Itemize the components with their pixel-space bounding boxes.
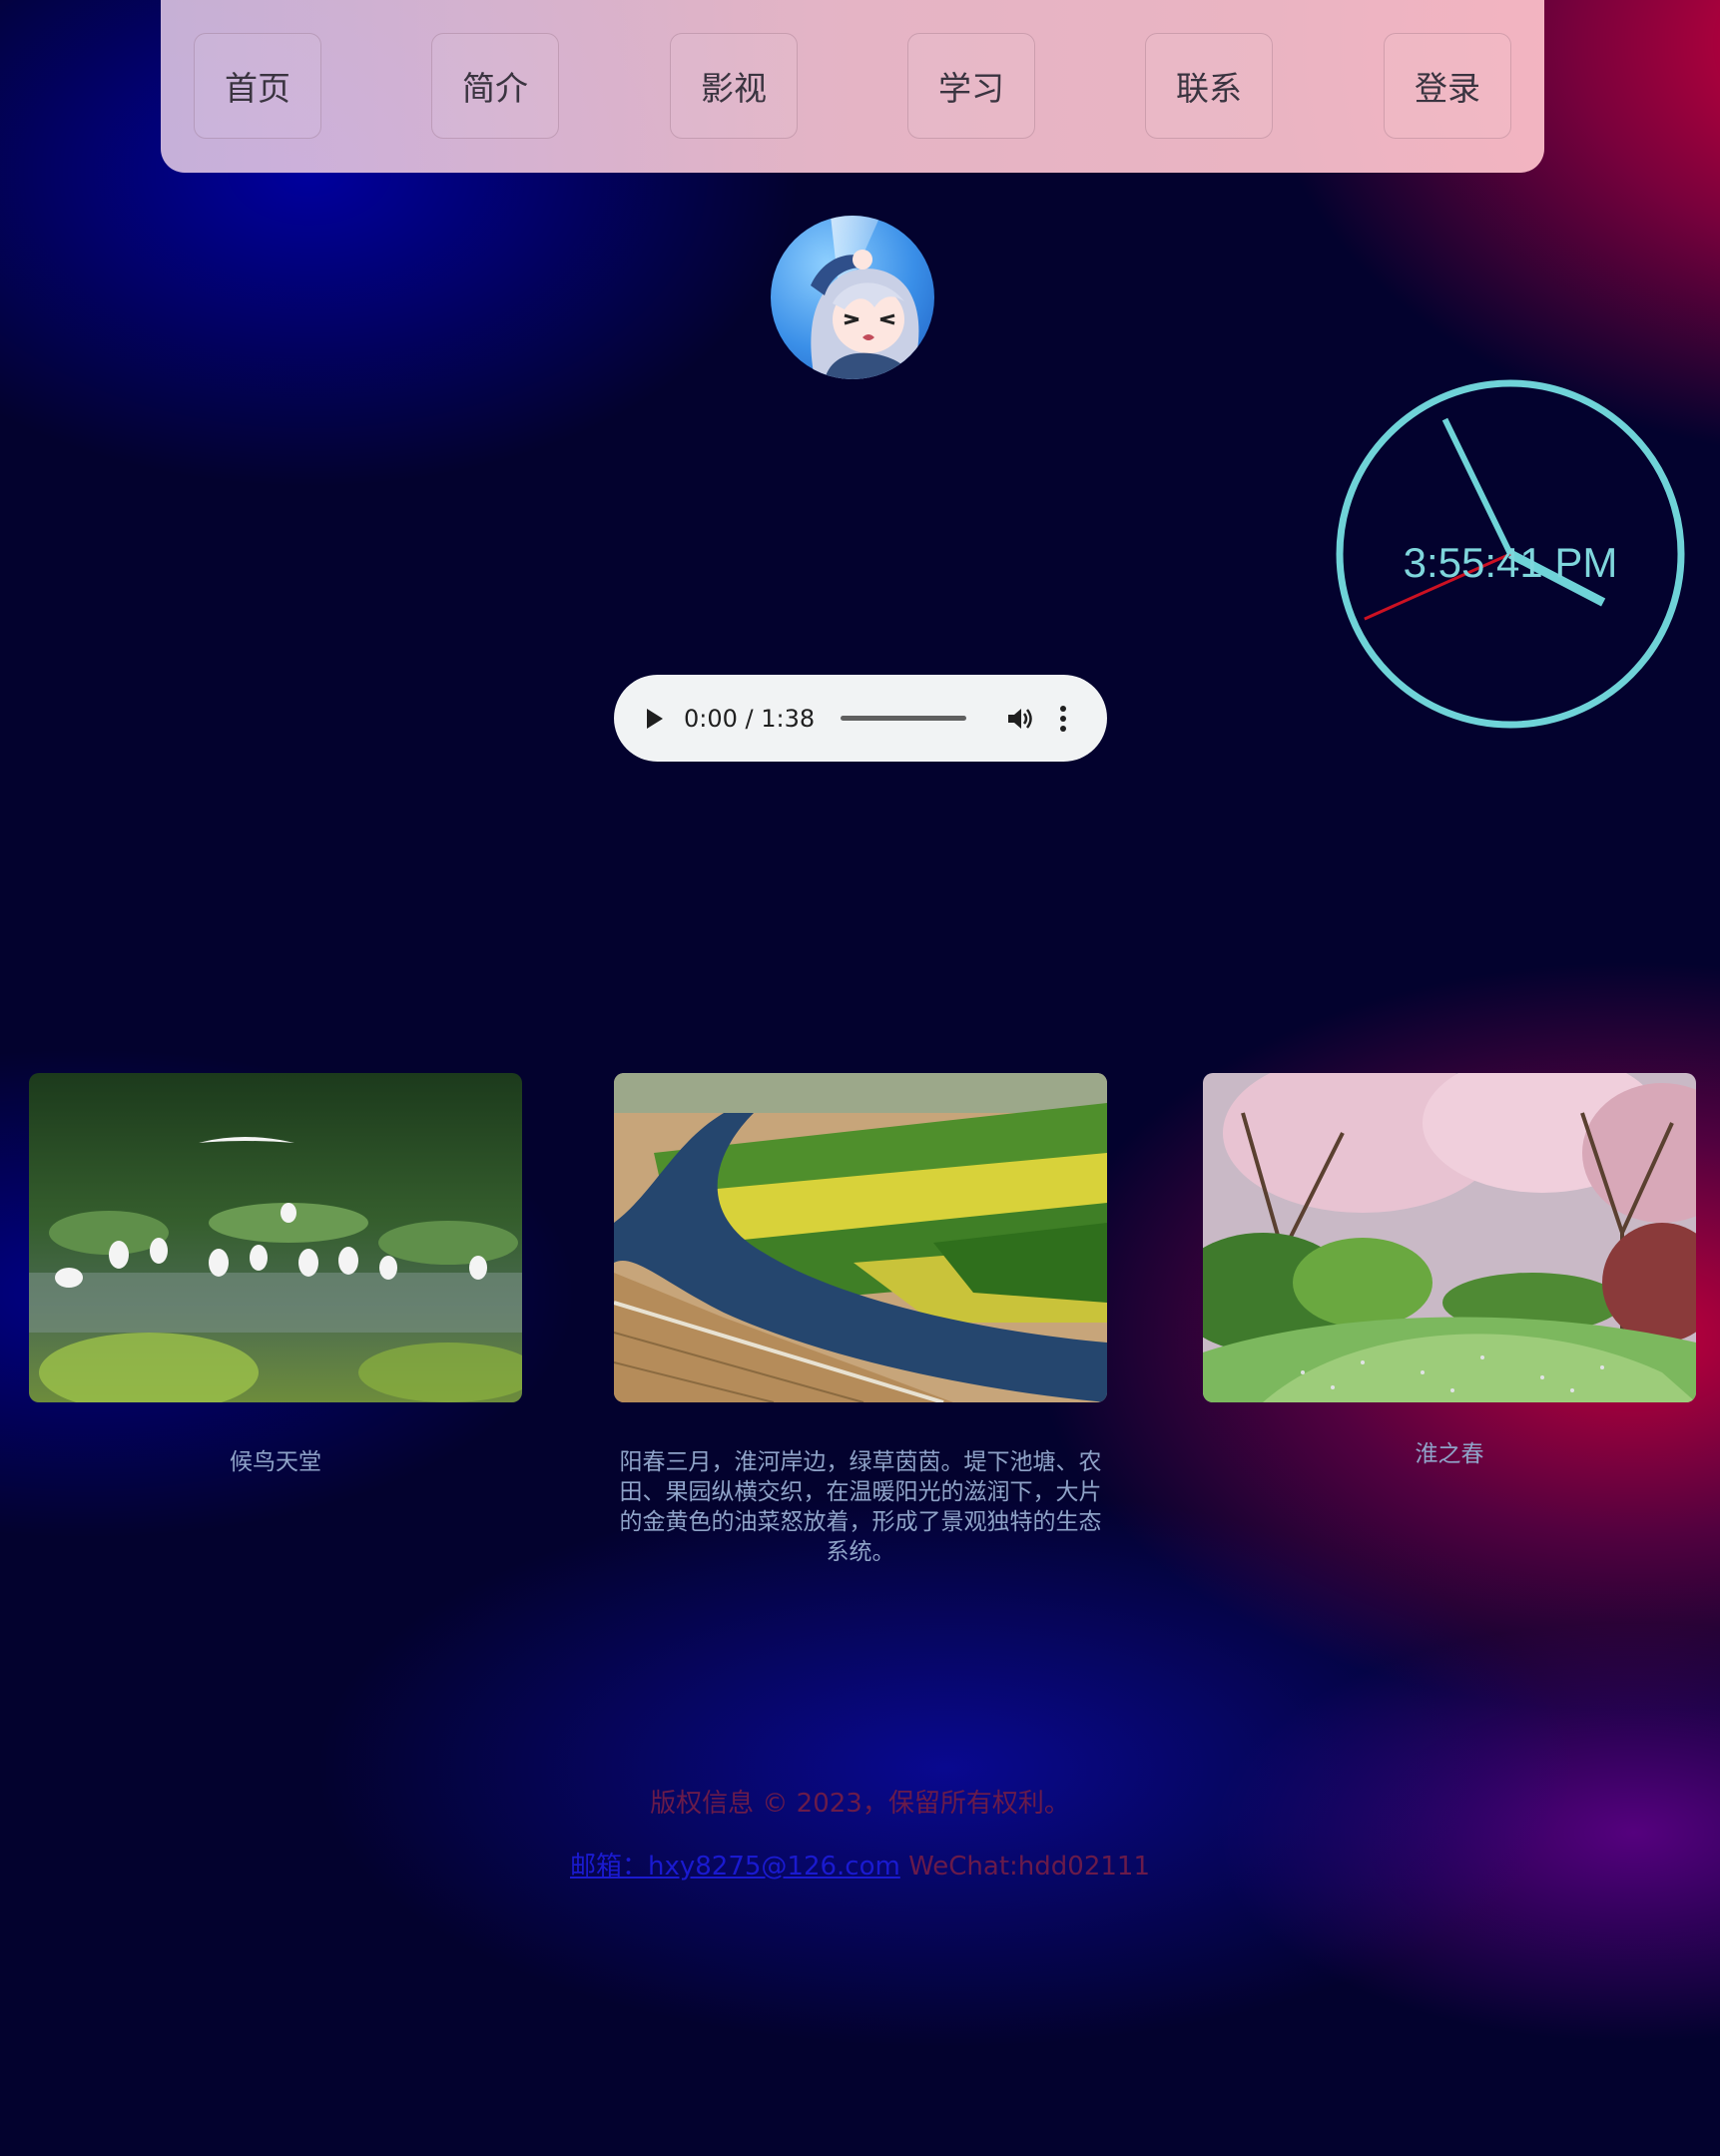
river-farmland-aerial-photo xyxy=(614,1073,1107,1402)
gallery-caption-spring: 淮之春 xyxy=(1415,1441,1484,1467)
gallery-caption-river: 阳春三月，淮河岸边，绿草茵茵。堤下池塘、农田、果园纵横交织，在温暖阳光的滋润下，… xyxy=(619,1449,1102,1565)
avatar xyxy=(771,216,934,379)
volume-button[interactable] xyxy=(1004,703,1036,735)
audio-progress-bar[interactable] xyxy=(841,716,967,721)
nav-login-button[interactable]: 登录 xyxy=(1384,33,1511,139)
more-dot-icon xyxy=(1060,705,1067,712)
footer-contact: 邮箱：hxy8275@126.com WeChat:hdd02111 xyxy=(0,1846,1720,1883)
audio-player: 0:00 / 1:38 xyxy=(614,675,1107,762)
email-link[interactable]: 邮箱：hxy8275@126.com xyxy=(570,1852,900,1882)
avatar-anime-girl-image xyxy=(811,216,919,379)
volume-icon xyxy=(1008,708,1032,729)
clock-minute-hand xyxy=(1441,417,1513,556)
clock-hour-hand xyxy=(1507,550,1606,607)
egrets-wetland-photo xyxy=(29,1073,522,1402)
gallery-image-spring[interactable] xyxy=(1203,1073,1696,1402)
wechat-id: WeChat:hdd02111 xyxy=(908,1852,1150,1882)
gallery-image-river[interactable] xyxy=(614,1073,1107,1402)
clock-second-hand xyxy=(1364,552,1511,621)
top-navbar: 首页 简介 影视 学习 联系 登录 xyxy=(161,0,1544,173)
nav-study-button[interactable]: 学习 xyxy=(907,33,1035,139)
audio-time-display: 0:00 / 1:38 xyxy=(684,704,816,733)
gallery-image-egrets[interactable] xyxy=(29,1073,522,1402)
analog-clock: 3:55:41 PM xyxy=(1336,379,1685,729)
nav-intro-button[interactable]: 简介 xyxy=(431,33,559,139)
nav-home-button[interactable]: 首页 xyxy=(194,33,321,139)
play-button[interactable] xyxy=(640,704,670,734)
gallery-caption-egrets: 候鸟天堂 xyxy=(230,1449,321,1475)
nav-video-button[interactable]: 影视 xyxy=(670,33,798,139)
more-options-button[interactable] xyxy=(1056,703,1070,735)
nav-contact-button[interactable]: 联系 xyxy=(1145,33,1273,139)
clock-face xyxy=(1336,379,1685,729)
footer-copyright: 版权信息 © 2023，保留所有权利。 xyxy=(650,1789,1070,1819)
play-icon xyxy=(647,708,663,729)
more-dot-icon xyxy=(1060,725,1067,732)
more-dot-icon xyxy=(1060,715,1067,722)
spring-garden-photo xyxy=(1203,1073,1696,1402)
